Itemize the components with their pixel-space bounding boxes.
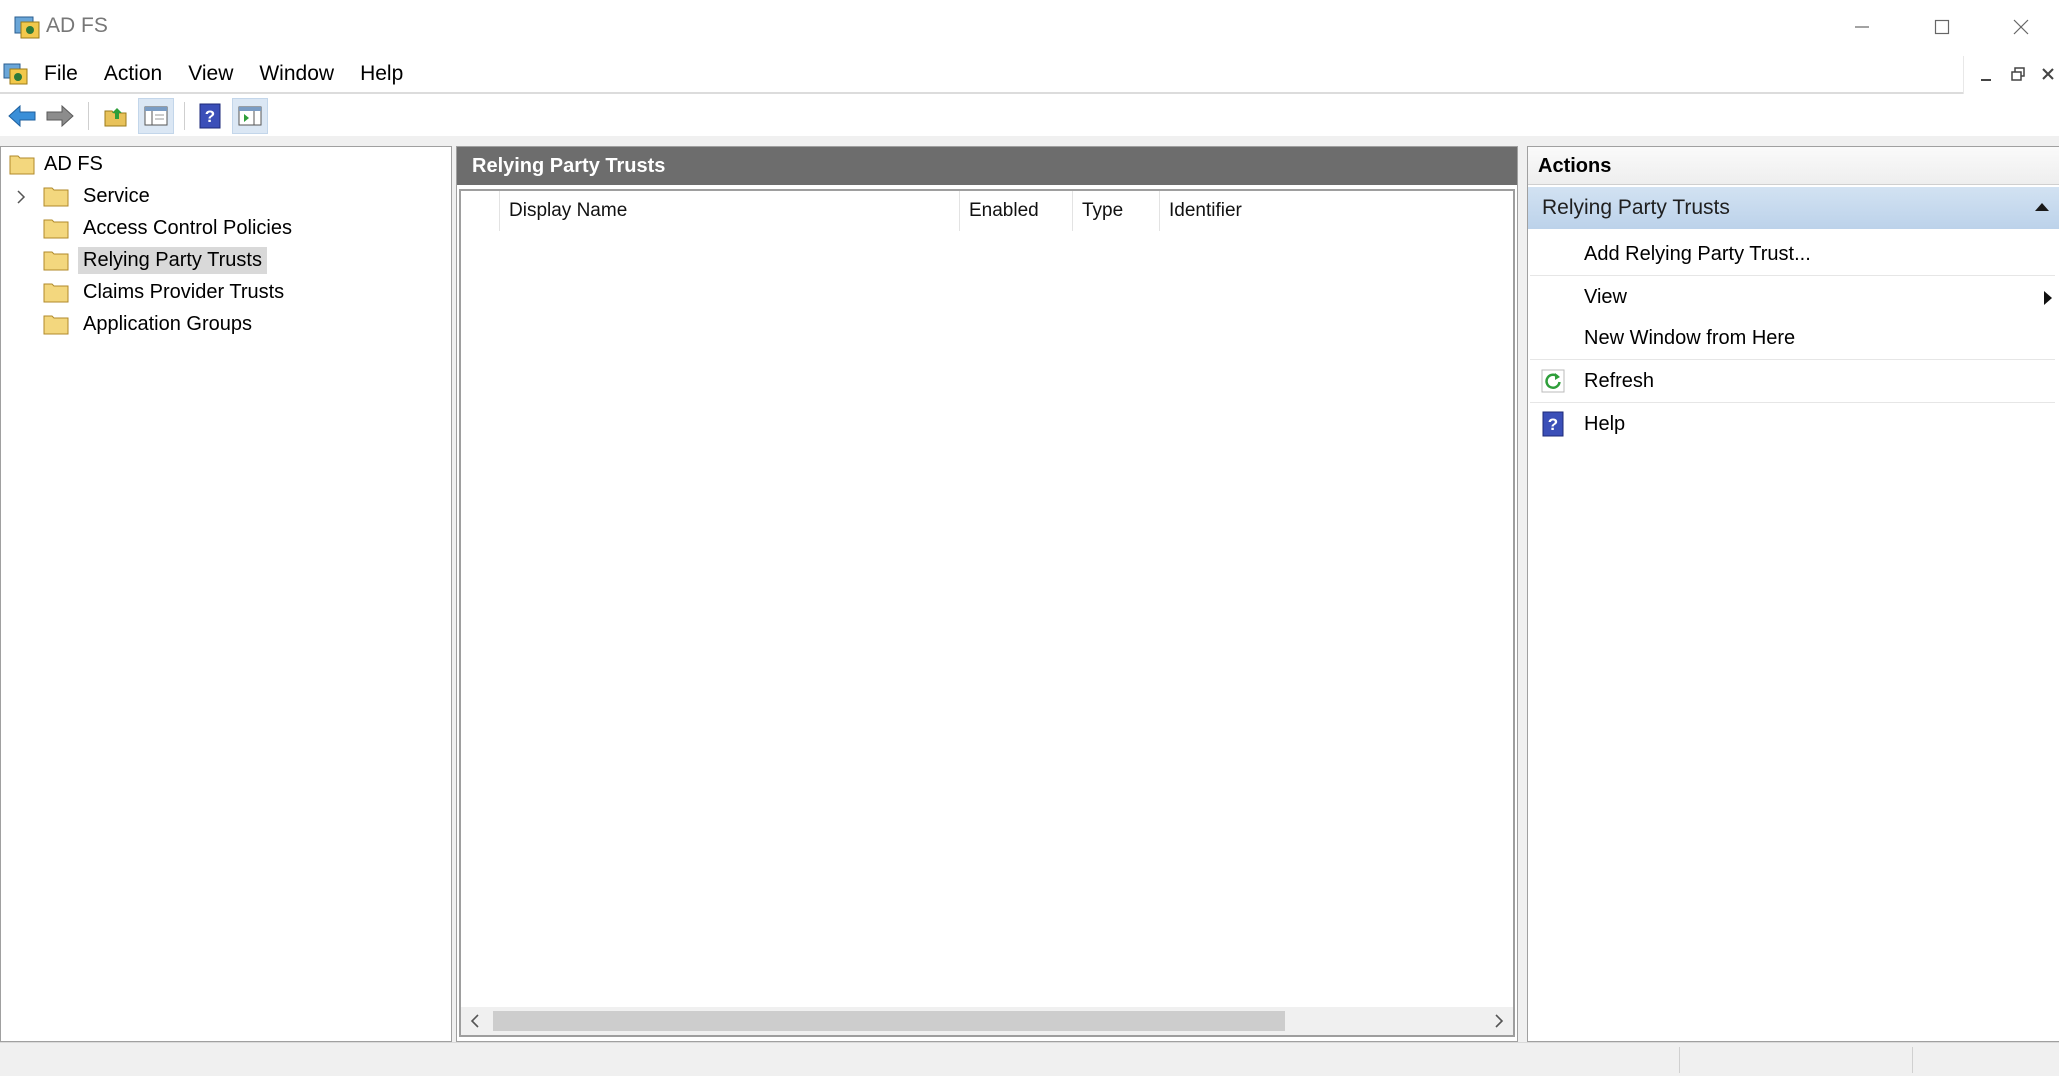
- menu-bar: File Action View Window Help: [0, 54, 2059, 94]
- column-header-identifier[interactable]: Identifier: [1159, 191, 1513, 231]
- status-divider: [1912, 1047, 1913, 1073]
- close-button[interactable]: [1982, 0, 2059, 54]
- folder-icon: [43, 187, 69, 207]
- forward-button[interactable]: [42, 98, 78, 134]
- title-bar: AD FS: [0, 0, 2059, 54]
- chevron-right-icon: [1495, 1014, 1504, 1028]
- mdi-close-icon[interactable]: [2040, 66, 2056, 82]
- action-refresh[interactable]: Refresh: [1528, 360, 2059, 402]
- action-label: New Window from Here: [1584, 326, 1796, 349]
- status-divider: [1679, 1047, 1680, 1073]
- horizontal-scrollbar[interactable]: [461, 1007, 1513, 1035]
- chevron-right-icon: [17, 190, 26, 204]
- scrollbar-thumb[interactable]: [493, 1011, 1285, 1031]
- maximize-button[interactable]: [1902, 0, 1982, 54]
- actions-splitter[interactable]: [1518, 146, 1527, 1042]
- tree-item-label: Claims Provider Trusts: [83, 280, 285, 303]
- forward-arrow-icon: [46, 104, 74, 128]
- mdi-restore-icon[interactable]: [2010, 66, 2026, 82]
- folder-icon: [43, 219, 69, 239]
- show-hide-action-pane-icon: [238, 106, 262, 126]
- tree-item-claims-provider-trusts[interactable]: Claims Provider Trusts: [43, 277, 289, 307]
- toolbar-separator: [184, 102, 185, 130]
- svg-text:?: ?: [1548, 415, 1558, 434]
- menu-file[interactable]: File: [44, 54, 91, 94]
- actions-pane-title: Actions: [1528, 147, 2059, 185]
- adfs-snapin-icon: [14, 16, 40, 39]
- toolbar-separator: [88, 102, 89, 130]
- actions-section-header[interactable]: Relying Party Trusts: [1528, 187, 2059, 229]
- menu-view[interactable]: View: [175, 54, 246, 94]
- tree-item-label: Relying Party Trusts: [78, 246, 267, 274]
- expand-service-toggle[interactable]: [13, 189, 29, 205]
- actions-section-label: Relying Party Trusts: [1542, 196, 1730, 219]
- tree-item-label: Access Control Policies: [83, 216, 292, 239]
- scroll-left-button[interactable]: [461, 1007, 489, 1035]
- action-help[interactable]: ? Help: [1528, 403, 2059, 445]
- mdi-minimize-icon[interactable]: [1978, 68, 1994, 84]
- show-hide-tree-icon: [144, 106, 168, 126]
- close-icon: [2013, 19, 2028, 35]
- console-tree: AD FS Service Access Control Policies Re…: [0, 146, 452, 1042]
- menu-help[interactable]: Help: [347, 54, 416, 94]
- toolbar-gap: [0, 136, 2059, 146]
- column-header-enabled[interactable]: Enabled: [959, 191, 1072, 231]
- window-title: AD FS: [46, 14, 108, 37]
- results-pane: Relying Party Trusts Display Name Enable…: [456, 146, 1518, 1042]
- minimize-icon: [1855, 26, 1869, 28]
- action-label: View: [1584, 285, 1627, 308]
- action-label: Refresh: [1584, 369, 1655, 392]
- help-toolbar-button[interactable]: ?: [192, 98, 228, 134]
- column-header-display-name[interactable]: Display Name: [499, 191, 959, 231]
- back-button[interactable]: [4, 98, 40, 134]
- column-header-type[interactable]: Type: [1072, 191, 1159, 231]
- collapse-triangle-icon[interactable]: [2033, 187, 2051, 229]
- back-arrow-icon: [8, 104, 36, 128]
- svg-text:?: ?: [205, 107, 215, 126]
- scroll-right-button[interactable]: [1485, 1007, 1513, 1035]
- menu-window[interactable]: Window: [246, 54, 347, 94]
- column-header-icon[interactable]: [461, 191, 499, 231]
- toolbar: ?: [0, 96, 2059, 136]
- maximize-icon: [1934, 19, 1950, 35]
- show-hide-console-tree-button[interactable]: [138, 98, 174, 134]
- menu-action[interactable]: Action: [91, 54, 175, 94]
- submenu-arrow-icon: [2044, 291, 2052, 305]
- chevron-left-icon: [470, 1014, 479, 1028]
- column-headers: Display Name Enabled Type Identifier: [461, 191, 1513, 231]
- tree-item-access-control-policies[interactable]: Access Control Policies: [43, 213, 297, 243]
- tree-item-relying-party-trusts[interactable]: Relying Party Trusts: [43, 245, 267, 275]
- mdi-controls: [1963, 56, 2059, 94]
- tree-item-label: Service: [83, 184, 150, 207]
- help-icon: ?: [199, 103, 221, 129]
- results-pane-title: Relying Party Trusts: [457, 147, 1517, 185]
- tree-item-label: Application Groups: [83, 312, 252, 335]
- tree-item-application-groups[interactable]: Application Groups: [43, 309, 257, 339]
- action-new-window-from-here[interactable]: New Window from Here: [1528, 317, 2059, 359]
- show-hide-action-pane-button[interactable]: [232, 98, 268, 134]
- tree-item-label: AD FS: [44, 152, 103, 175]
- folder-icon: [9, 155, 35, 175]
- minimize-button[interactable]: [1822, 0, 1902, 54]
- tree-item-service[interactable]: Service: [43, 181, 155, 211]
- up-one-level-button[interactable]: [98, 98, 134, 134]
- action-add-relying-party-trust[interactable]: Add Relying Party Trust...: [1528, 233, 2059, 275]
- folder-icon: [43, 251, 69, 271]
- help-icon: ?: [1542, 411, 1564, 437]
- tree-item-root[interactable]: AD FS: [9, 149, 108, 179]
- status-bar: [0, 1042, 2059, 1076]
- action-view[interactable]: View: [1528, 276, 2059, 318]
- list-view[interactable]: Display Name Enabled Type Identifier: [459, 189, 1515, 1037]
- action-label: Add Relying Party Trust...: [1584, 242, 1811, 265]
- refresh-icon: [1541, 369, 1565, 393]
- actions-pane: Actions Relying Party Trusts Add Relying…: [1527, 146, 2059, 1042]
- folder-icon: [43, 283, 69, 303]
- folder-icon: [43, 315, 69, 335]
- system-menu-icon[interactable]: [2, 60, 30, 88]
- up-folder-icon: [104, 108, 127, 127]
- action-label: Help: [1584, 412, 1626, 435]
